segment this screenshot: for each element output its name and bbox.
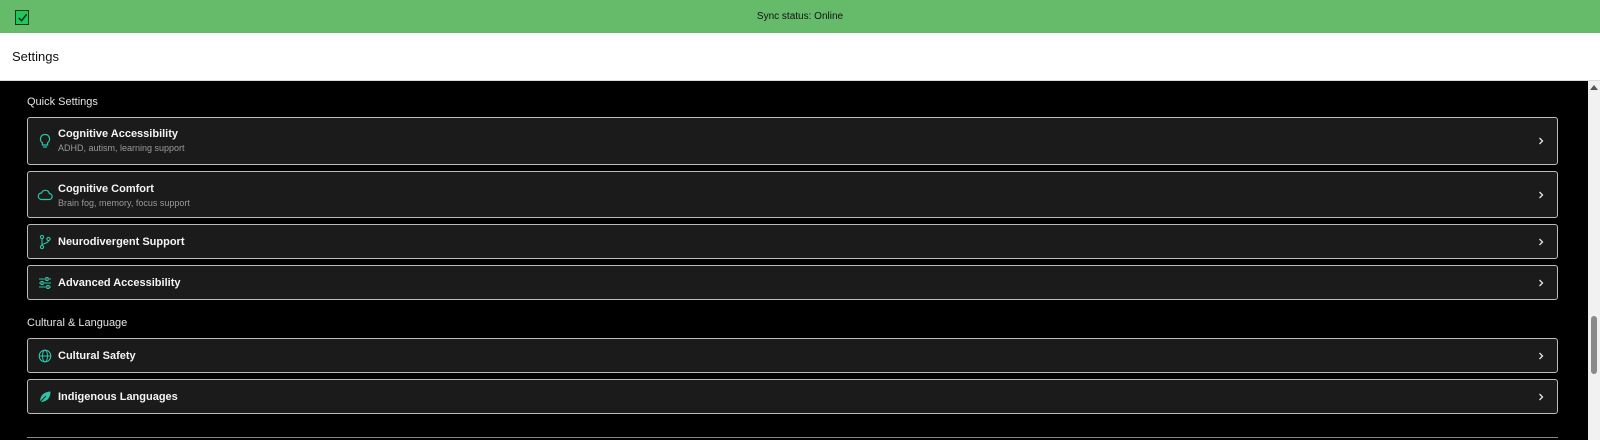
chevron-right-icon: [1539, 352, 1544, 360]
setting-item-title: Neurodivergent Support: [58, 236, 185, 248]
chevron-right-icon: [1539, 191, 1544, 199]
setting-item-title: Cultural Safety: [58, 350, 136, 362]
sliders-icon: [37, 275, 53, 291]
chevron-right-icon: [1539, 393, 1544, 401]
scroll-up-arrow-icon[interactable]: [1590, 85, 1598, 90]
chevron-right-icon: [1539, 137, 1544, 145]
setting-item-cognitive-comfort[interactable]: Cognitive Comfort Brain fog, memory, foc…: [27, 171, 1558, 218]
chevron-right-icon: [1539, 279, 1544, 287]
section-title-cultural-language: Cultural & Language: [27, 317, 128, 329]
setting-item-subtitle: ADHD, autism, learning support: [58, 143, 185, 153]
settings-content: Quick Settings Cognitive Accessibility A…: [0, 81, 1588, 440]
setting-item-subtitle: Brain fog, memory, focus support: [58, 198, 190, 208]
settings-header: Settings: [0, 33, 1600, 81]
section-divider: [27, 437, 1558, 438]
setting-item-neurodivergent-support[interactable]: Neurodivergent Support: [27, 224, 1558, 259]
globe-icon: [37, 348, 53, 364]
setting-item-title: Cognitive Comfort: [58, 183, 154, 195]
setting-item-indigenous-languages[interactable]: Indigenous Languages: [27, 379, 1558, 414]
check-icon: [15, 10, 29, 25]
setting-item-cognitive-accessibility[interactable]: Cognitive Accessibility ADHD, autism, le…: [27, 117, 1558, 165]
cloud-icon: [37, 187, 53, 203]
sync-status-bar: Sync status: Online: [0, 0, 1600, 33]
lightbulb-icon: [37, 133, 53, 149]
setting-item-cultural-safety[interactable]: Cultural Safety: [27, 338, 1558, 373]
setting-item-title: Indigenous Languages: [58, 391, 178, 403]
chevron-right-icon: [1539, 238, 1544, 246]
branch-icon: [37, 234, 53, 250]
sync-status-text: Sync status: Online: [756, 11, 844, 22]
section-title-quick-settings: Quick Settings: [27, 96, 98, 108]
setting-item-advanced-accessibility[interactable]: Advanced Accessibility: [27, 265, 1558, 300]
page-title: Settings: [12, 49, 59, 64]
setting-item-title: Cognitive Accessibility: [58, 128, 179, 140]
setting-item-title: Advanced Accessibility: [58, 277, 181, 289]
page-scrollbar[interactable]: [1588, 81, 1600, 440]
leaf-icon: [37, 389, 53, 405]
scrollbar-thumb[interactable]: [1591, 316, 1597, 374]
